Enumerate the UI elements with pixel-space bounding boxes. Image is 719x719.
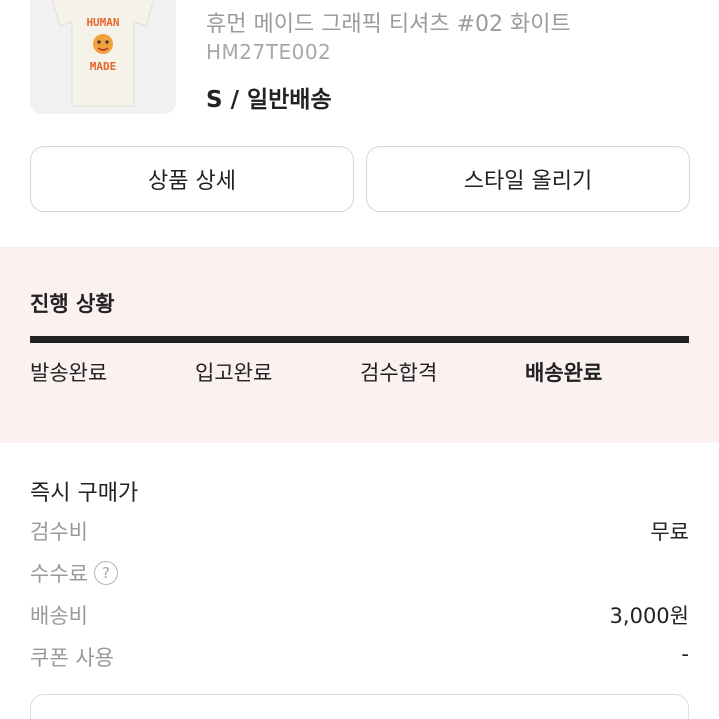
shipping-fee-value: 3,000원	[609, 604, 689, 628]
step-received: 입고완료	[195, 361, 273, 385]
product-summary: HUMAN MADE 휴먼 메이드 그래픽 티셔츠 #02 화이트 HM27TE…	[0, 0, 719, 125]
product-name: 휴먼 메이드 그래픽 티셔츠 #02 화이트	[206, 12, 571, 37]
step-inspection-passed: 검수합격	[360, 361, 438, 385]
help-circle-icon[interactable]: ?	[93, 561, 118, 585]
price-title: 즉시 구매가	[30, 481, 139, 506]
inspection-fee-row: 검수비 무료	[30, 516, 689, 548]
step-delivered: 배송완료	[525, 361, 603, 385]
logo-text-made: MADE	[90, 60, 117, 73]
coupon-value: -	[681, 642, 689, 666]
commission-row: 수수료 ?	[30, 558, 689, 590]
coupon-label: 쿠폰 사용	[30, 646, 114, 670]
product-option: S / 일반배송	[206, 87, 332, 113]
logo-text-human: HUMAN	[86, 16, 119, 29]
step-shipped: 발송완료	[30, 361, 108, 385]
commission-label: 수수료	[30, 562, 88, 586]
product-code: HM27TE002	[206, 40, 332, 64]
progress-bar	[30, 336, 689, 343]
commission-label-wrap: 수수료 ?	[30, 558, 118, 588]
product-detail-button[interactable]: 상품 상세	[30, 146, 354, 212]
tiger-icon	[93, 34, 113, 54]
progress-title: 진행 상황	[30, 292, 115, 316]
bottom-action-box[interactable]	[30, 694, 689, 719]
upload-style-button[interactable]: 스타일 올리기	[366, 146, 690, 212]
inspection-fee-value: 무료	[650, 520, 689, 544]
price-section: 즉시 구매가 검수비 무료 수수료 ? 배송비 3,000원 쿠폰 사용 -	[0, 443, 719, 719]
tshirt-image: HUMAN MADE	[51, 0, 155, 107]
progress-section: 진행 상황 발송완료 입고완료 검수합격 배송완료	[0, 248, 719, 443]
shipping-fee-label: 배송비	[30, 604, 88, 628]
inspection-fee-label: 검수비	[30, 520, 88, 544]
shipping-fee-row: 배송비 3,000원	[30, 600, 689, 632]
product-thumbnail[interactable]: HUMAN MADE	[30, 0, 176, 114]
coupon-row: 쿠폰 사용 -	[30, 642, 689, 674]
